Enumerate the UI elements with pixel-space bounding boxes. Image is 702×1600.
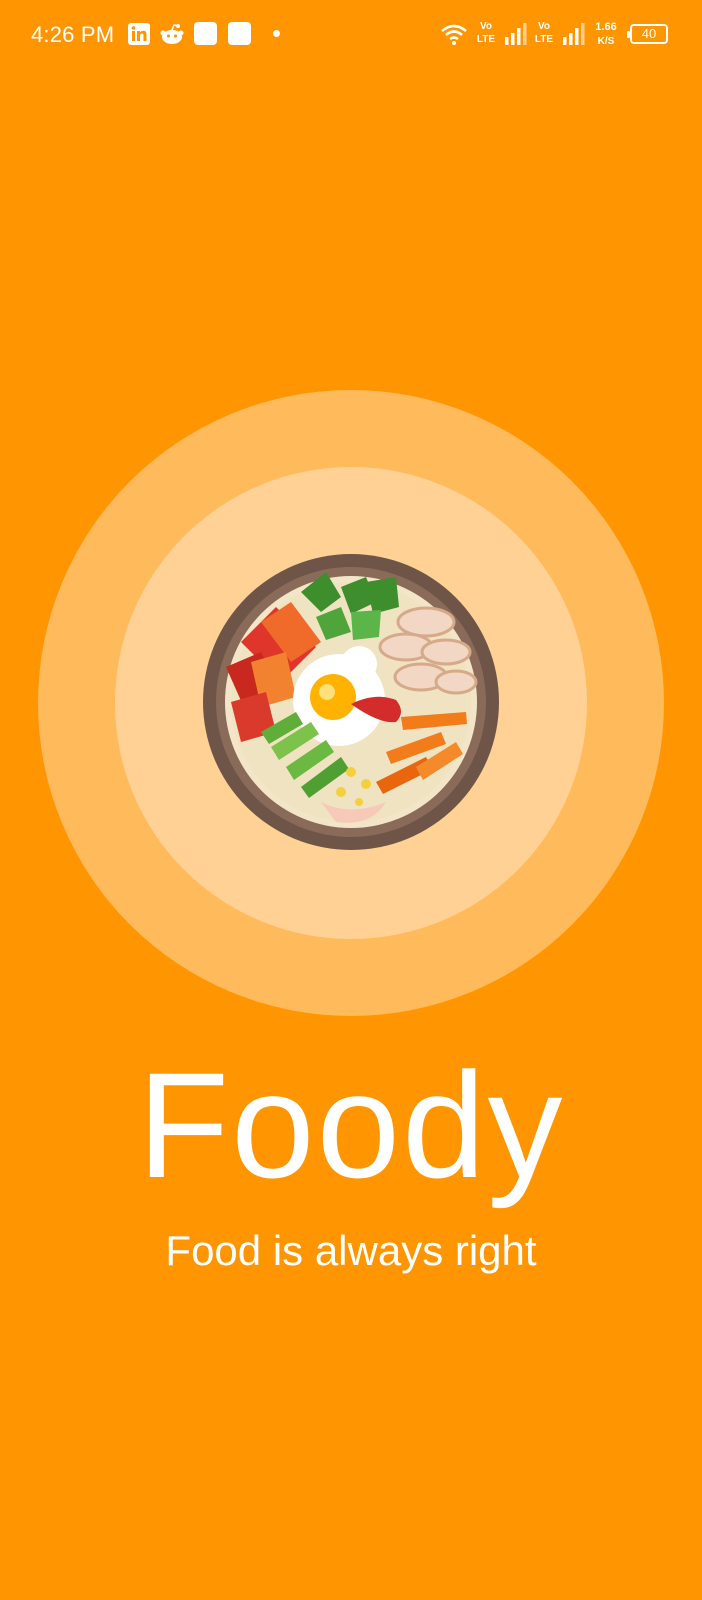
signal-icon (563, 23, 585, 45)
network-1-label-top: Vo (479, 21, 493, 32)
dot-icon (273, 30, 280, 37)
network-speed-unit: K/S (597, 36, 615, 47)
wifi-icon (441, 24, 467, 45)
signal-icon (505, 23, 527, 45)
notification-square-icon (194, 22, 217, 45)
battery-icon: 40 (627, 24, 668, 44)
app-title: Foody (137, 1041, 565, 1209)
linkedin-icon (128, 23, 150, 45)
network-speed-value: 1.66 (595, 21, 617, 33)
network-1-label-bottom: LTE (476, 34, 496, 45)
reddit-icon (160, 24, 184, 44)
network-2-label-bottom: LTE (534, 34, 554, 45)
status-bar: 4:26 PM Vo LTE Vo LTE 1.66 K/S 40 (0, 0, 702, 72)
network-2-label-top: Vo (537, 21, 551, 32)
bibimbap-bowl-icon (203, 554, 499, 850)
status-time: 4:26 PM (31, 22, 115, 47)
battery-level: 40 (641, 26, 657, 41)
notification-square-icon (228, 22, 251, 45)
app-tagline: Food is always right (165, 1227, 537, 1274)
